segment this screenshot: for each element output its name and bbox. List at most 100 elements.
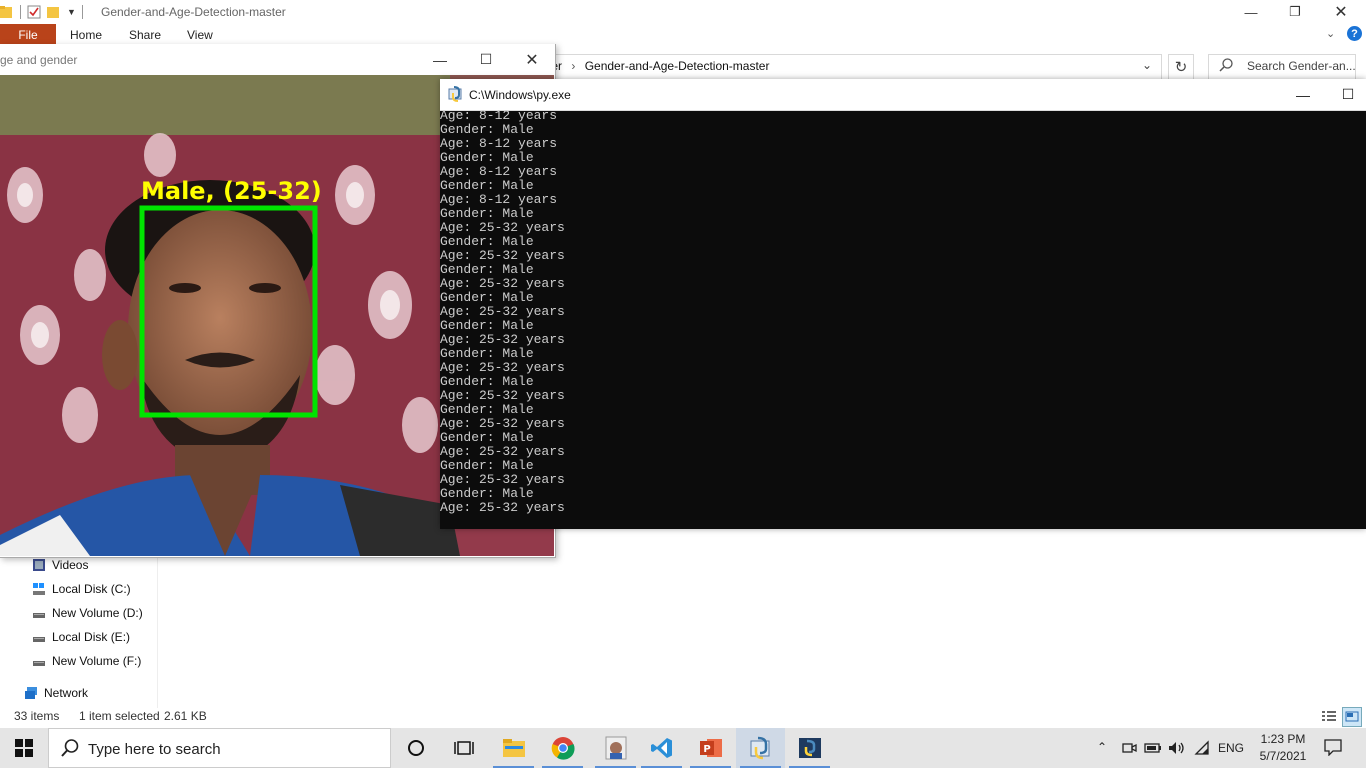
status-size: 2.61 KB [164, 709, 207, 723]
tab-share[interactable]: Share [129, 28, 161, 42]
address-path[interactable]: ter › Gender-and-Age-Detection-master [548, 59, 769, 73]
console-line: Age: 8-12 years [440, 164, 558, 179]
console-line: Gender: Male [440, 290, 534, 305]
toolbar-divider [20, 5, 21, 19]
console-line: Age: 25-32 years [440, 332, 565, 347]
help-icon[interactable]: ? [1347, 26, 1362, 41]
taskbar-file-explorer[interactable] [489, 728, 538, 768]
console-line: Gender: Male [440, 178, 534, 193]
clock-date[interactable]: 5/7/2021 [1256, 749, 1310, 763]
tab-view[interactable]: View [187, 28, 213, 42]
new-folder-icon[interactable] [47, 5, 61, 19]
notification-icon[interactable] [1324, 738, 1342, 756]
drive-icon [33, 637, 45, 642]
console-line: Age: 25-32 years [440, 444, 565, 459]
task-view-icon [453, 741, 474, 755]
start-button[interactable] [0, 728, 48, 768]
chevron-down-icon[interactable]: ⌄ [1142, 58, 1156, 72]
customize-dropdown-icon[interactable]: ▼ [67, 7, 76, 17]
tab-home[interactable]: Home [70, 28, 102, 42]
console-line: Gender: Male [440, 374, 534, 389]
minimize-button[interactable]: — [1228, 0, 1274, 24]
nav-item-label: Network [44, 686, 89, 700]
console-line: Age: 8-12 years [440, 136, 558, 151]
photo-icon [605, 736, 626, 760]
search-icon [1219, 58, 1233, 72]
console-line: Age: 25-32 years [440, 304, 565, 319]
console-title: C:\Windows\py.exe [469, 88, 571, 102]
clock-time[interactable]: 1:23 PM [1258, 732, 1308, 746]
console-line: Gender: Male [440, 346, 534, 361]
nav-item-network[interactable]: Network [24, 683, 88, 703]
meet-now-icon[interactable] [1121, 740, 1137, 756]
cortana-button[interactable] [391, 728, 440, 768]
status-selected: 1 item selected [79, 709, 160, 723]
console-line: Age: 8-12 years [440, 192, 558, 207]
toolbar-divider [81, 5, 83, 19]
nav-item-new-volume-d[interactable]: New Volume (D:) [32, 603, 143, 623]
volume-icon[interactable] [1168, 740, 1186, 756]
opencv-close-button[interactable]: ✕ [509, 44, 555, 75]
console-line: Gender: Male [440, 458, 534, 473]
nav-item-label: Videos [52, 558, 89, 572]
folder-icon[interactable] [0, 5, 14, 19]
py-launcher-icon [448, 86, 462, 102]
large-icons-view-icon[interactable] [1342, 707, 1362, 727]
tab-file[interactable]: File [0, 24, 56, 46]
nav-item-local-disk-c[interactable]: Local Disk (C:) [32, 579, 131, 599]
ribbon-expand-icon[interactable]: ⌄ [1326, 27, 1335, 40]
detection-label: Male, (25-32) [141, 177, 322, 205]
taskbar-py-launcher[interactable] [736, 728, 785, 768]
opencv-maximize-button[interactable]: ☐ [463, 44, 509, 75]
console-line: Gender: Male [440, 486, 534, 501]
task-view-button[interactable] [439, 728, 488, 768]
refresh-button[interactable]: ↻ [1168, 54, 1194, 80]
console-line: Age: 25-32 years [440, 220, 565, 235]
search-placeholder[interactable]: Search Gender-an... [1247, 59, 1356, 73]
nav-item-label: Local Disk (C:) [52, 582, 131, 596]
network-icon [25, 687, 37, 699]
drive-icon [33, 613, 45, 618]
taskbar-chrome[interactable] [538, 728, 587, 768]
py-launcher-icon [750, 736, 769, 760]
breadcrumb-current[interactable]: Gender-and-Age-Detection-master [585, 59, 770, 73]
console-line: Gender: Male [440, 430, 534, 445]
console-minimize-button[interactable]: — [1280, 79, 1326, 110]
taskbar-powerpoint[interactable]: P [686, 728, 735, 768]
drive-icon [33, 661, 45, 666]
wifi-icon[interactable] [1194, 740, 1210, 756]
console-line: Gender: Male [440, 122, 534, 137]
properties-icon[interactable] [27, 5, 41, 19]
console-line: Gender: Male [440, 150, 534, 165]
window-title: Gender-and-Age-Detection-master [101, 5, 286, 19]
file-explorer-icon [502, 739, 525, 757]
console-line: Gender: Male [440, 262, 534, 277]
console-maximize-button[interactable]: ☐ [1325, 79, 1366, 110]
nav-item-label: New Volume (F:) [52, 654, 142, 668]
nav-item-label: New Volume (D:) [52, 606, 143, 620]
windows-icon [15, 739, 33, 757]
console-line: Age: 25-32 years [440, 276, 565, 291]
console-line: Gender: Male [440, 206, 534, 221]
nav-item-local-disk-e[interactable]: Local Disk (E:) [32, 627, 130, 647]
restore-button[interactable]: ❐ [1272, 0, 1318, 24]
console-titlebar[interactable] [440, 79, 1366, 111]
console-output [440, 110, 1366, 529]
taskbar-python[interactable] [785, 728, 834, 768]
nav-item-videos[interactable]: Videos [32, 555, 88, 575]
language-indicator[interactable]: ENG [1218, 741, 1244, 755]
taskbar-photo-app[interactable] [591, 728, 640, 768]
close-button[interactable]: ✕ [1318, 0, 1364, 24]
console-line: Age: 25-32 years [440, 388, 565, 403]
taskbar-search-placeholder[interactable]: Type here to search [88, 741, 221, 758]
pane-divider [157, 548, 158, 708]
vscode-icon [650, 738, 672, 758]
battery-icon[interactable] [1144, 741, 1162, 755]
details-view-icon[interactable] [1321, 709, 1337, 723]
tray-overflow-icon[interactable]: ⌃ [1097, 740, 1107, 754]
status-item-count: 33 items [14, 709, 60, 723]
nav-item-new-volume-f[interactable]: New Volume (F:) [32, 651, 141, 671]
quick-access-toolbar: ▼ [0, 3, 83, 21]
taskbar-vscode[interactable] [637, 728, 686, 768]
opencv-minimize-button[interactable]: — [417, 44, 463, 75]
